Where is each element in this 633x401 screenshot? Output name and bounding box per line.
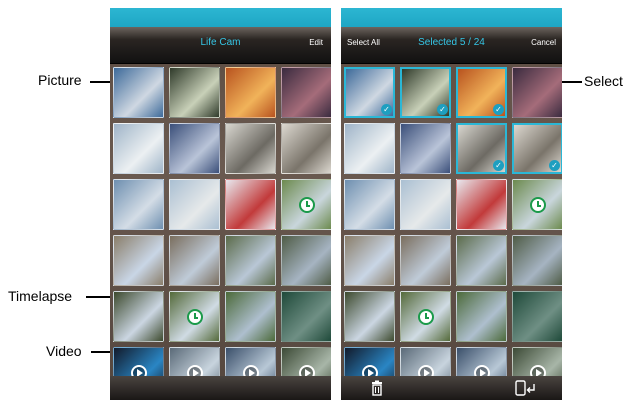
timelapse-thumbnail[interactable]	[169, 291, 220, 342]
picture-thumbnail[interactable]	[281, 291, 331, 342]
selected-check-icon: ✓	[549, 160, 560, 171]
picture-thumbnail[interactable]	[113, 291, 164, 342]
picture-thumbnail[interactable]	[225, 291, 276, 342]
picture-thumbnail[interactable]: ✓	[456, 123, 507, 174]
status-bar	[110, 8, 331, 27]
thumbnail-grid	[113, 67, 331, 398]
picture-thumbnail[interactable]	[400, 179, 451, 230]
picture-thumbnail[interactable]	[113, 179, 164, 230]
selected-check-icon: ✓	[381, 104, 392, 115]
picture-thumbnail[interactable]	[113, 123, 164, 174]
picture-thumbnail[interactable]	[169, 67, 220, 118]
edit-button[interactable]: Edit	[309, 38, 323, 47]
picture-thumbnail[interactable]: ✓	[400, 67, 451, 118]
cancel-button[interactable]: Cancel	[531, 38, 556, 47]
picture-thumbnail[interactable]	[169, 179, 220, 230]
picture-thumbnail[interactable]	[400, 123, 451, 174]
picture-thumbnail[interactable]	[456, 179, 507, 230]
picture-thumbnail[interactable]	[456, 235, 507, 286]
timelapse-clock-icon	[298, 196, 315, 213]
timelapse-clock-icon	[186, 308, 203, 325]
timelapse-thumbnail[interactable]	[512, 179, 562, 230]
picture-thumbnail[interactable]	[225, 67, 276, 118]
gallery-screen: Life Cam Edit	[110, 8, 331, 400]
gallery-select-screen: Select All Selected 5 / 24 Cancel ✓ ✓ ✓ ✓ ✓	[341, 8, 562, 400]
status-bar	[341, 8, 562, 27]
picture-thumbnail[interactable]	[512, 235, 562, 286]
picture-thumbnail[interactable]	[344, 291, 395, 342]
timelapse-clock-icon	[529, 196, 546, 213]
picture-thumbnail[interactable]: ✓	[456, 67, 507, 118]
picture-thumbnail[interactable]: ✓	[344, 67, 395, 118]
picture-thumbnail[interactable]	[281, 235, 331, 286]
picture-thumbnail[interactable]	[344, 123, 395, 174]
bottom-bar	[341, 376, 562, 400]
top-bar: Select All Selected 5 / 24 Cancel	[341, 27, 562, 64]
picture-thumbnail[interactable]	[169, 123, 220, 174]
picture-thumbnail[interactable]	[512, 291, 562, 342]
selected-check-icon: ✓	[493, 160, 504, 171]
picture-label: Picture	[38, 72, 82, 88]
timelapse-thumbnail[interactable]	[281, 179, 331, 230]
picture-thumbnail[interactable]	[225, 179, 276, 230]
picture-thumbnail[interactable]	[113, 67, 164, 118]
picture-thumbnail[interactable]	[225, 235, 276, 286]
picture-thumbnail[interactable]	[281, 67, 331, 118]
selected-check-icon: ✓	[493, 104, 504, 115]
thumbnail-grid: ✓ ✓ ✓ ✓ ✓	[344, 67, 562, 398]
picture-thumbnail[interactable]	[512, 67, 562, 118]
picture-thumbnail[interactable]	[169, 235, 220, 286]
video-label: Video	[46, 343, 82, 359]
picture-thumbnail[interactable]	[281, 123, 331, 174]
trash-icon[interactable]	[369, 380, 385, 396]
picture-thumbnail[interactable]	[400, 235, 451, 286]
timelapse-thumbnail[interactable]	[400, 291, 451, 342]
picture-thumbnail[interactable]	[225, 123, 276, 174]
picture-thumbnail[interactable]	[344, 235, 395, 286]
top-bar: Life Cam Edit	[110, 27, 331, 64]
picture-thumbnail[interactable]	[344, 179, 395, 230]
selected-check-icon: ✓	[437, 104, 448, 115]
picture-thumbnail[interactable]	[456, 291, 507, 342]
picture-thumbnail[interactable]: ✓	[512, 123, 562, 174]
timelapse-label: Timelapse	[8, 288, 73, 304]
bottom-bar	[110, 376, 331, 400]
share-to-phone-icon[interactable]	[515, 380, 537, 396]
picture-thumbnail[interactable]	[113, 235, 164, 286]
app-title: Life Cam	[200, 37, 241, 48]
selected-count-title: Selected 5 / 24	[418, 37, 485, 48]
timelapse-clock-icon	[417, 308, 434, 325]
select-label: Select	[584, 73, 623, 89]
